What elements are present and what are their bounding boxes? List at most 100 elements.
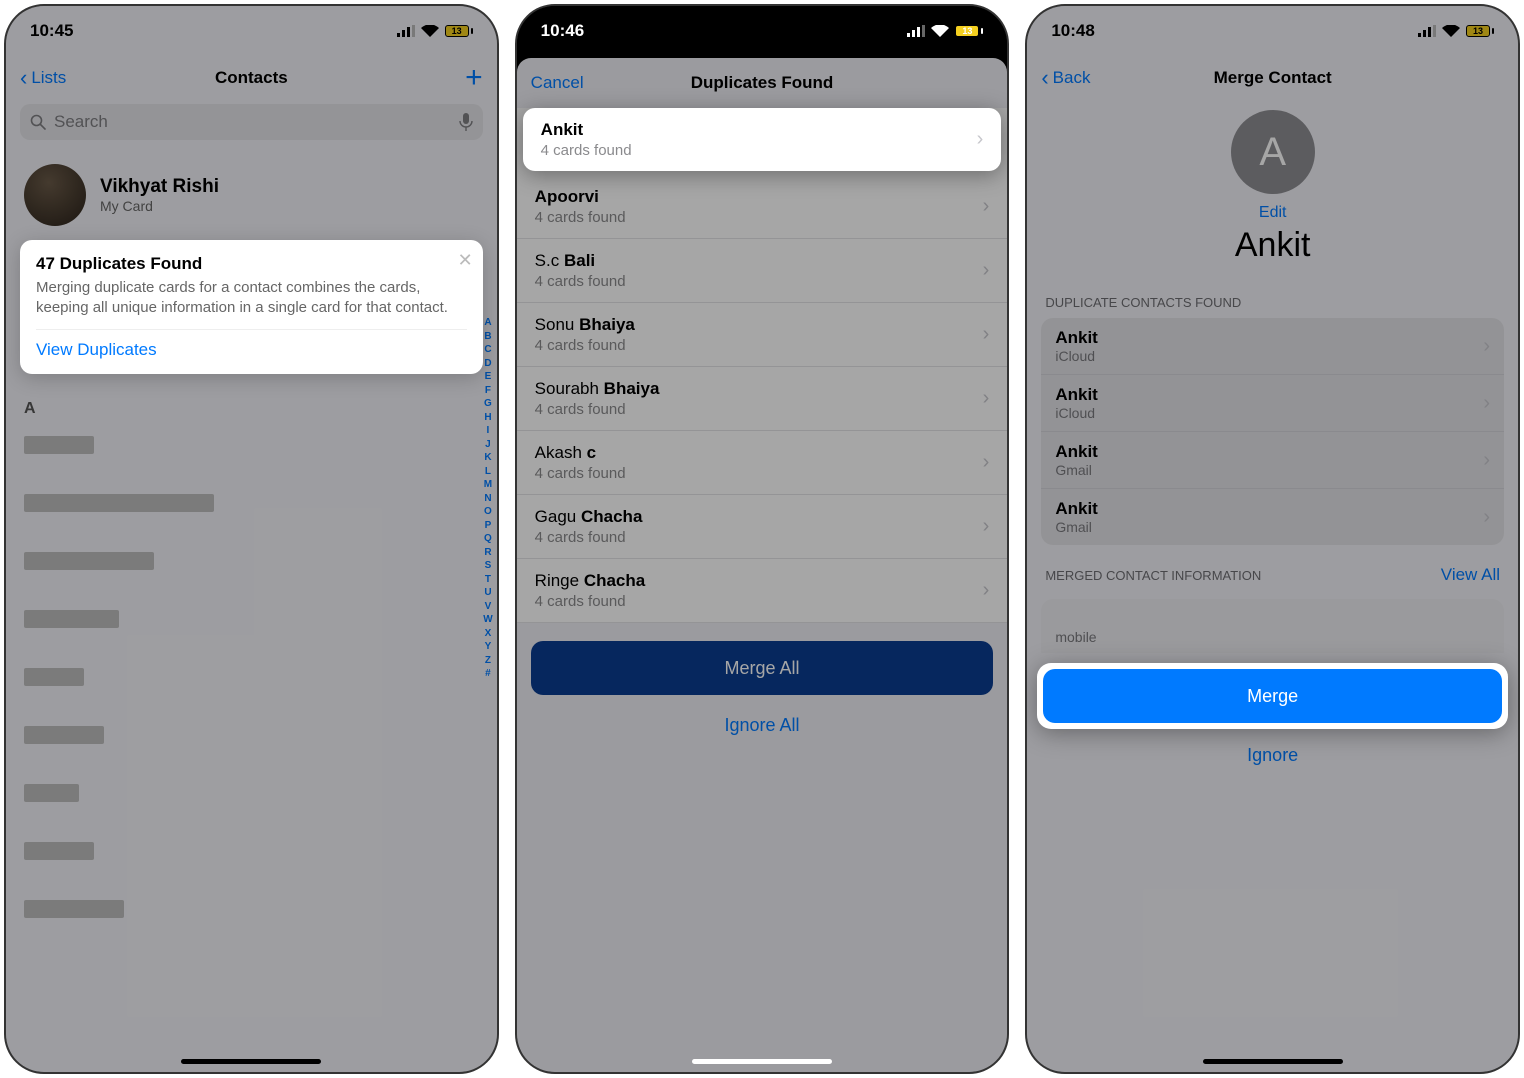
contact-bold: Bali [564, 251, 595, 270]
duplicate-row[interactable]: Ringe Chacha4 cards found› [517, 559, 1008, 623]
my-card-row[interactable]: Vikhyat Rishi My Card [6, 150, 497, 240]
contact-row[interactable] [24, 494, 497, 540]
chevron-right-icon: › [1483, 335, 1490, 358]
duplicate-row[interactable]: Akash c4 cards found› [517, 431, 1008, 495]
contact-subtitle: 4 cards found [535, 209, 983, 226]
home-indicator[interactable] [692, 1059, 832, 1064]
chevron-right-icon: › [1483, 506, 1490, 529]
dup-section-header: DUPLICATE CONTACTS FOUND [1027, 275, 1518, 318]
mic-icon[interactable] [459, 113, 473, 131]
merged-info-header: MERGED CONTACT INFORMATION View All [1027, 545, 1518, 593]
search-placeholder: Search [54, 112, 451, 132]
contact-first: Gagu [535, 507, 581, 526]
status-time: 10:46 [541, 21, 584, 41]
duplicate-row[interactable]: Gagu Chacha4 cards found› [517, 495, 1008, 559]
edit-button[interactable]: Edit [1045, 204, 1500, 222]
chevron-right-icon: › [983, 387, 990, 410]
contact-bold: Apoorvi [535, 187, 599, 206]
status-time: 10:48 [1051, 21, 1094, 41]
merge-contact-screen: 10:48 13 ‹ Back Merge Contact [1027, 6, 1518, 1072]
duplicate-sources-list: AnkitiCloud›AnkitiCloud›AnkitGmail›Ankit… [1041, 318, 1504, 545]
chevron-right-icon: › [1483, 449, 1490, 472]
popup-body: Merging duplicate cards for a contact co… [36, 278, 467, 317]
duplicate-source-row[interactable]: AnkitiCloud› [1041, 375, 1504, 432]
popup-title: 47 Duplicates Found [36, 254, 467, 274]
contact-row[interactable] [24, 842, 497, 888]
contact-row[interactable] [24, 900, 497, 946]
dup-name: Ankit [1055, 385, 1098, 405]
merge-all-button[interactable]: Merge All [531, 641, 994, 695]
nav-bar: ‹ Lists Contacts + [6, 56, 497, 100]
search-icon [30, 114, 46, 130]
view-all-button[interactable]: View All [1441, 565, 1500, 585]
chevron-right-icon: › [983, 323, 990, 346]
home-indicator[interactable] [181, 1059, 321, 1064]
duplicate-source-row[interactable]: AnkitiCloud › [1041, 318, 1504, 375]
contact-subtitle: 4 cards found [535, 273, 983, 290]
contacts-screen: 10:45 13 ‹ Lists Contacts + [6, 6, 497, 1072]
contact-avatar: A [1231, 110, 1315, 194]
status-bar: 10:48 13 [1027, 6, 1518, 56]
duplicate-source-row[interactable]: AnkitGmail › [1041, 432, 1504, 489]
duplicate-row[interactable]: Apoorvi 4 cards found› [517, 175, 1008, 239]
duplicates-popup: ✕ 47 Duplicates Found Merging duplicate … [20, 240, 483, 374]
dup-source: iCloud [1055, 405, 1098, 421]
lists-back-button[interactable]: Lists [31, 68, 66, 88]
section-header-a: A [6, 394, 497, 424]
contact-row[interactable] [24, 668, 497, 714]
back-chevron-icon[interactable]: ‹ [20, 65, 27, 91]
add-contact-button[interactable]: + [465, 61, 483, 95]
dup-source: Gmail [1055, 519, 1098, 535]
chevron-right-icon: › [983, 195, 990, 218]
contact-row[interactable] [24, 436, 497, 482]
status-bar: 10:46 13 [517, 6, 1008, 56]
contact-first: Sonu [535, 315, 579, 334]
ignore-button[interactable]: Ignore [1027, 735, 1518, 776]
view-duplicates-button[interactable]: View Duplicates [36, 340, 467, 360]
dup-name: Ankit [1055, 442, 1098, 462]
page-title: Duplicates Found [691, 73, 834, 93]
signal-icon [907, 25, 925, 37]
wifi-icon [1442, 25, 1460, 38]
status-time: 10:45 [30, 21, 73, 41]
contact-bold: Chacha [581, 507, 642, 526]
merged-info-panel: mobile [1041, 599, 1504, 653]
dup-name: Ankit [1055, 328, 1098, 348]
alpha-index[interactable]: A B C D E F G H I J K L M N O P Q R S T … [483, 316, 492, 681]
dup-name: Ankit [1055, 499, 1098, 519]
duplicate-source-row[interactable]: AnkitGmail › [1041, 489, 1504, 545]
close-icon[interactable]: ✕ [458, 250, 473, 271]
contact-name: Ankit [1045, 226, 1500, 265]
contact-bold: Bhaiya [604, 379, 660, 398]
chevron-right-icon: › [983, 515, 990, 538]
chevron-right-icon: › [977, 128, 984, 151]
chevron-right-icon: › [983, 579, 990, 602]
dup-source: Gmail [1055, 462, 1098, 478]
contact-row[interactable] [24, 610, 497, 656]
back-button[interactable]: Back [1053, 68, 1091, 88]
ignore-all-button[interactable]: Ignore All [517, 705, 1008, 746]
duplicate-row[interactable]: Sonu Bhaiya4 cards found› [517, 303, 1008, 367]
contact-bold: Ankit [541, 120, 584, 139]
signal-icon [1418, 25, 1436, 37]
status-bar: 10:45 13 [6, 6, 497, 56]
duplicate-row[interactable]: S.c Bali4 cards found› [517, 239, 1008, 303]
cancel-button[interactable]: Cancel [531, 73, 584, 93]
contact-bold: Bhaiya [579, 315, 635, 334]
contact-row[interactable] [24, 552, 497, 598]
contact-subtitle: 4 cards found [535, 593, 983, 610]
phone-screen-3: 10:48 13 ‹ Back Merge Contact [1025, 4, 1520, 1074]
merge-button[interactable]: Merge [1043, 669, 1502, 723]
mobile-label: mobile [1055, 629, 1490, 645]
search-input[interactable]: Search [20, 104, 483, 140]
duplicate-row[interactable]: Ankit4 cards found› [523, 108, 1002, 171]
home-indicator[interactable] [1203, 1059, 1343, 1064]
avatar [24, 164, 86, 226]
my-card-sub: My Card [100, 198, 219, 214]
contact-row[interactable] [24, 784, 497, 830]
duplicate-row[interactable]: Sourabh Bhaiya4 cards found› [517, 367, 1008, 431]
contact-row[interactable] [24, 726, 497, 772]
contact-bold: Chacha [584, 571, 645, 590]
back-chevron-icon[interactable]: ‹ [1041, 65, 1048, 91]
dup-source: iCloud [1055, 348, 1098, 364]
